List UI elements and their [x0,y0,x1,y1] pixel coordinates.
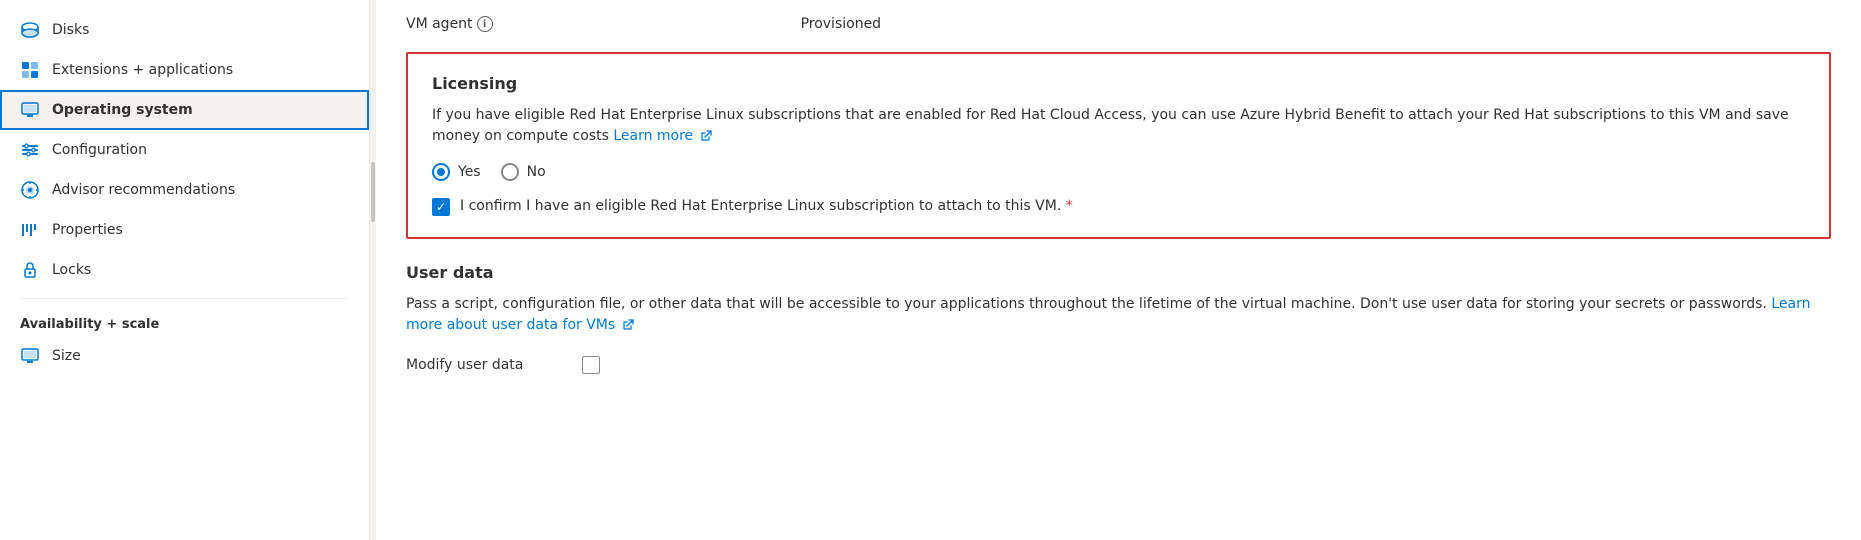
sidebar-item-advisor-recommendations[interactable]: Advisor recommendations [0,170,369,210]
user-data-title: User data [406,263,1831,282]
advisor-icon [20,180,40,200]
radio-no[interactable]: No [501,163,546,181]
checkbox-checkmark: ✓ [436,201,446,213]
user-data-external-link-icon [622,319,634,331]
external-link-icon [700,130,712,142]
sidebar-item-label: Configuration [52,142,147,158]
required-star: * [1066,198,1073,214]
licensing-description: If you have eligible Red Hat Enterprise … [432,105,1805,147]
sidebar-divider [20,298,349,299]
vm-agent-label: VM agent i [406,16,493,32]
confirm-checkbox-label: I confirm I have an eligible Red Hat Ent… [460,197,1073,217]
sidebar-item-label: Size [52,348,81,364]
sidebar-item-disks[interactable]: Disks [0,10,369,50]
vm-agent-info-icon[interactable]: i [477,16,493,32]
radio-yes[interactable]: Yes [432,163,481,181]
confirm-checkbox-row: ✓ I confirm I have an eligible Red Hat E… [432,197,1805,217]
scrollbar[interactable] [370,0,376,540]
radio-yes-circle [432,163,450,181]
confirm-checkbox[interactable]: ✓ [432,198,450,216]
sidebar-item-properties[interactable]: Properties [0,210,369,250]
sidebar-item-configuration[interactable]: Configuration [0,130,369,170]
sidebar-item-label: Disks [52,22,89,38]
main-content: VM agent i Provisioned Licensing If you … [376,0,1861,540]
vm-agent-value: Provisioned [801,16,882,32]
radio-yes-label: Yes [458,164,481,180]
os-icon [20,100,40,120]
sidebar-item-label: Operating system [52,102,193,118]
sidebar-item-locks[interactable]: Locks [0,250,369,290]
sidebar-item-label: Extensions + applications [52,62,233,78]
radio-no-circle [501,163,519,181]
sidebar-item-operating-system[interactable]: Operating system [0,90,369,130]
sidebar-item-extensions[interactable]: Extensions + applications [0,50,369,90]
modify-user-data-label: Modify user data [406,357,566,373]
licensing-title: Licensing [432,74,1805,93]
config-icon [20,140,40,160]
sidebar-item-label: Locks [52,262,91,278]
locks-icon [20,260,40,280]
radio-group: Yes No [432,163,1805,181]
modify-user-data-row: Modify user data [406,356,1831,374]
availability-section-header: Availability + scale [0,307,369,336]
disks-icon [20,20,40,40]
radio-no-label: No [527,164,546,180]
sidebar-item-size[interactable]: Size [0,336,369,376]
sidebar-item-label: Advisor recommendations [52,182,235,198]
licensing-box: Licensing If you have eligible Red Hat E… [406,52,1831,239]
extensions-icon [20,60,40,80]
sidebar-item-label: Properties [52,222,123,238]
user-data-description: Pass a script, configuration file, or ot… [406,294,1831,336]
user-data-section: User data Pass a script, configuration f… [406,263,1831,374]
vm-agent-row: VM agent i Provisioned [406,16,1831,32]
properties-icon [20,220,40,240]
modify-user-data-checkbox[interactable] [582,356,600,374]
size-icon [20,346,40,366]
sidebar: Disks Extensions + applications Operatin… [0,0,370,540]
licensing-learn-more-link[interactable]: Learn more [613,128,711,144]
